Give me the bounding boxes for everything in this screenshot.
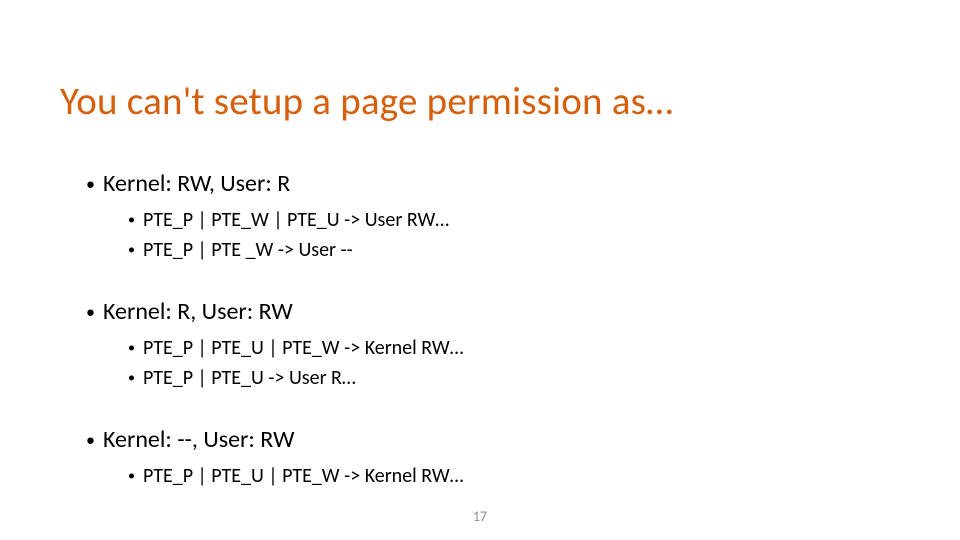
list-item: • PTE_P | PTE _W -> User -- (60, 237, 900, 263)
bullet-text: PTE_P | PTE_U -> User R… (143, 365, 356, 391)
page-number: 17 (0, 508, 960, 525)
slide-title: You can't setup a page permission as… (60, 78, 900, 125)
bullet-icon: • (86, 425, 95, 455)
bullet-text: PTE_P | PTE_U | PTE_W -> Kernel RW… (143, 335, 464, 361)
slide: You can't setup a page permission as… • … (0, 0, 960, 540)
bullet-text: PTE_P | PTE_U | PTE_W -> Kernel RW… (143, 463, 464, 489)
list-item: • Kernel: R, User: RW (60, 297, 900, 327)
bullet-icon: • (128, 365, 135, 391)
bullet-icon: • (128, 463, 135, 489)
bullet-icon: • (86, 169, 95, 199)
bullet-text: Kernel: RW, User: R (103, 169, 290, 199)
list-item: • Kernel: RW, User: R (60, 169, 900, 199)
bullet-text: PTE_P | PTE_W | PTE_U -> User RW… (143, 207, 449, 233)
list-item: • PTE_P | PTE_U | PTE_W -> Kernel RW… (60, 463, 900, 489)
list-item: • Kernel: --, User: RW (60, 425, 900, 455)
bullet-icon: • (86, 297, 95, 327)
list-item: • PTE_P | PTE_U | PTE_W -> Kernel RW… (60, 335, 900, 361)
bullet-text: PTE_P | PTE _W -> User -- (143, 237, 353, 263)
list-item: • PTE_P | PTE_U -> User R… (60, 365, 900, 391)
bullet-icon: • (128, 207, 135, 233)
bullet-text: Kernel: R, User: RW (103, 297, 293, 327)
bullet-icon: • (128, 335, 135, 361)
bullet-text: Kernel: --, User: RW (103, 425, 294, 455)
list-item: • PTE_P | PTE_W | PTE_U -> User RW… (60, 207, 900, 233)
bullet-icon: • (128, 237, 135, 263)
